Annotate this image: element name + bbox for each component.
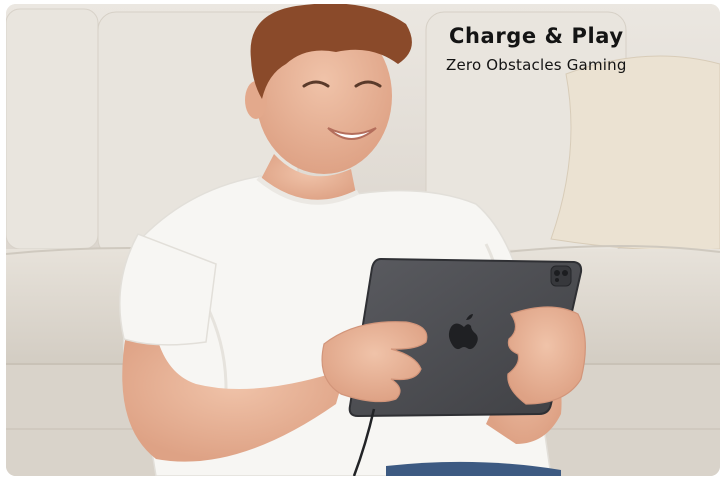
- throw-pillow: [550, 55, 720, 251]
- promo-headline: Charge & Play: [449, 24, 624, 48]
- promo-subline: Zero Obstacles Gaming: [446, 56, 627, 74]
- photo-scene: [6, 4, 720, 476]
- product-photo: Charge & Play Zero Obstacles Gaming: [6, 4, 720, 476]
- camera-module-icon: [550, 265, 572, 287]
- sofa-left-cushion: [6, 8, 99, 250]
